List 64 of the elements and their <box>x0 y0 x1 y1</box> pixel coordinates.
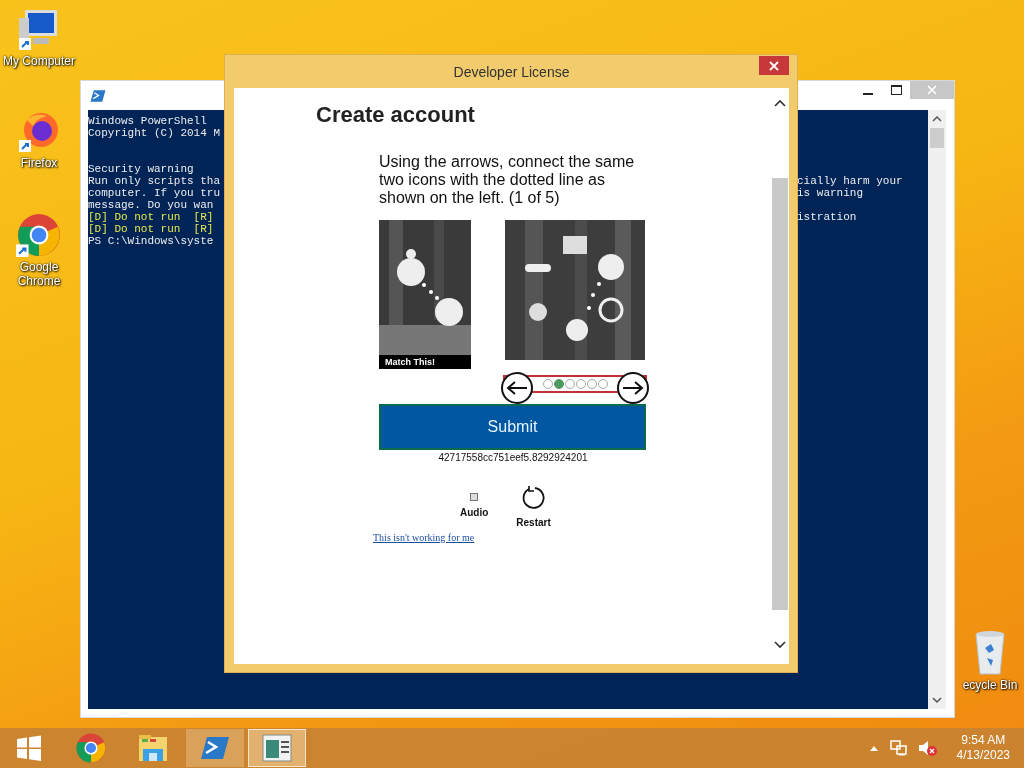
console-text: Windows PowerShell <box>88 115 207 127</box>
taskbar-button[interactable] <box>248 729 306 767</box>
show-hidden-icons-icon[interactable] <box>868 744 879 752</box>
submit-button[interactable]: Submit <box>379 404 646 450</box>
muted-speaker-icon[interactable] <box>916 739 937 757</box>
previous-button[interactable] <box>501 372 533 404</box>
console-text: istration <box>797 211 857 223</box>
maximize-icon <box>890 85 902 95</box>
left-arrow-icon <box>506 381 528 395</box>
console-text: [D] Do not run [R] <box>88 211 214 223</box>
network-icon[interactable] <box>888 739 907 757</box>
chrome-icon <box>75 732 107 764</box>
scroll-down-icon[interactable] <box>774 640 786 650</box>
page-dot[interactable] <box>575 379 586 389</box>
audio-button[interactable]: Audio <box>460 485 489 518</box>
date-text: 4/13/2023 <box>956 748 1010 763</box>
restart-button[interactable]: Restart <box>516 485 551 528</box>
instruction-text: Using the arrows, connect the same two icons with the dotted line as shown on the left. (1 of 5) <box>379 153 636 207</box>
console-text: cially harm your <box>797 175 903 187</box>
console-text: [D] Do not run [R] <box>88 223 214 235</box>
taskbar-button[interactable] <box>186 729 244 767</box>
folder-icon <box>137 733 169 763</box>
page-dot[interactable] <box>597 379 608 389</box>
console-text: Security warning <box>88 163 194 175</box>
minimize-icon <box>863 93 873 95</box>
page-dot[interactable] <box>553 379 564 389</box>
console-text: message. Do you wan <box>88 199 214 211</box>
page-dot[interactable] <box>564 379 575 389</box>
window-icon <box>262 734 292 762</box>
page-dot[interactable] <box>586 379 597 389</box>
recycle-bin-icon <box>973 630 1007 676</box>
desktop-icon-label[interactable]: My Computer <box>1 54 77 68</box>
close-icon <box>769 60 779 71</box>
page-heading: Create account <box>316 102 476 128</box>
desktop-icon-label[interactable]: ecycle Bin <box>962 678 1018 692</box>
restart-icon <box>520 485 547 511</box>
powershell-icon <box>200 735 230 761</box>
console-text: Run only scripts tha <box>88 175 221 187</box>
scroll-down-icon[interactable] <box>932 695 942 705</box>
powershell-icon <box>90 88 106 103</box>
console-text: Copyright (C) 2014 M <box>88 127 221 139</box>
clock[interactable]: 9:54 AM 4/13/2023 <box>956 733 1010 763</box>
scroll-thumb[interactable] <box>772 178 788 610</box>
right-arrow-icon <box>622 381 644 395</box>
chrome-icon <box>16 212 62 258</box>
desktop-icon-label[interactable]: Firefox <box>1 156 77 170</box>
window-title: Developer License <box>453 63 570 80</box>
time-text: 9:54 AM <box>961 733 1006 748</box>
desktop-icon-label[interactable]: Google Chrome <box>1 260 77 288</box>
next-button[interactable] <box>617 372 649 404</box>
close-button[interactable] <box>759 56 789 75</box>
close-icon <box>927 85 937 95</box>
page-dot[interactable] <box>542 379 553 389</box>
session-token: 42717558cc751eef5.8292924201 <box>437 452 589 463</box>
console-text: PS C:\Windows\syste <box>88 235 214 247</box>
scroll-up-icon[interactable] <box>932 114 942 124</box>
scroll-thumb[interactable] <box>930 128 944 148</box>
console-text: is warning <box>797 187 863 199</box>
help-link[interactable]: This isn't working for me <box>373 532 647 543</box>
windows-start-icon <box>15 734 43 762</box>
scroll-up-icon[interactable] <box>774 98 786 108</box>
firefox-icon <box>17 110 61 154</box>
console-text: computer. If you tru <box>88 187 221 199</box>
image-caption: Match This! <box>384 356 436 367</box>
